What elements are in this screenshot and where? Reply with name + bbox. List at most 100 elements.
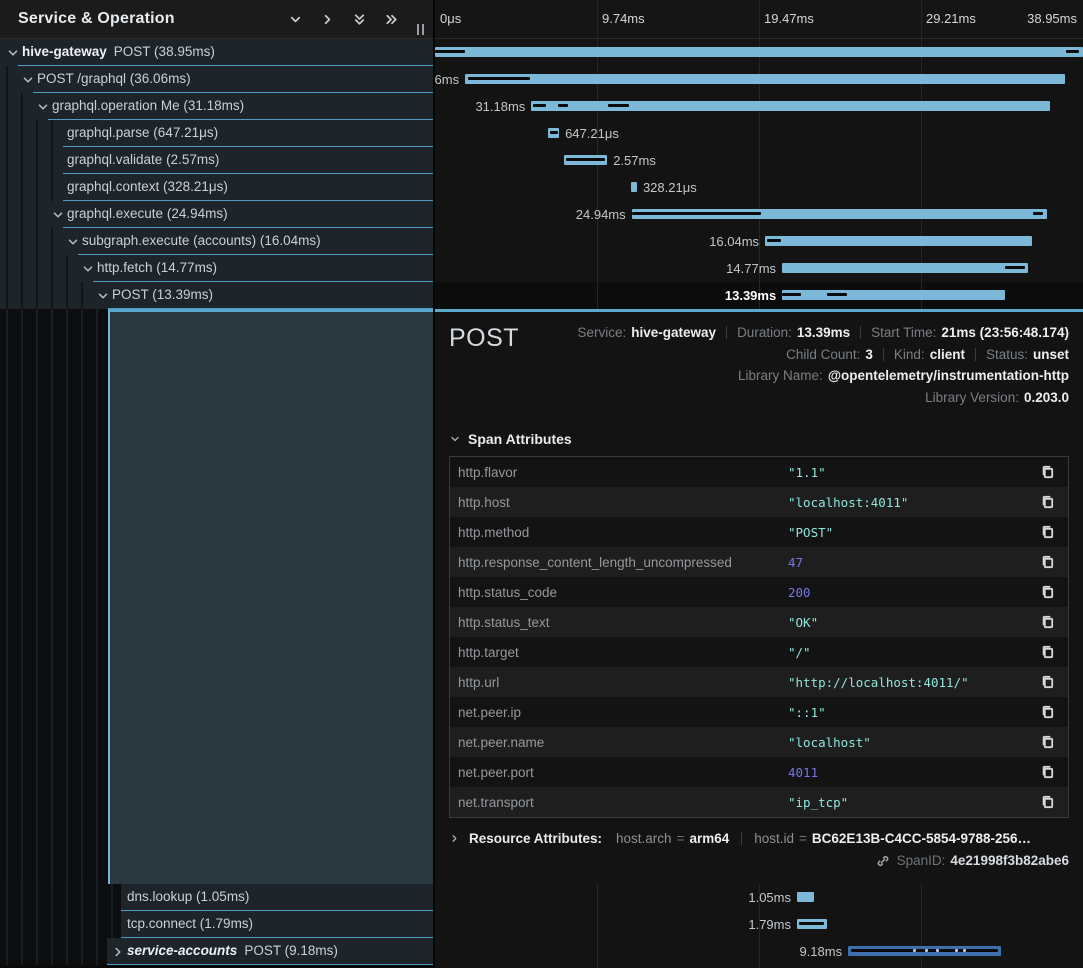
chevron-down-icon[interactable] xyxy=(6,46,20,60)
tree-row[interactable]: graphql.parse (647.21μs) xyxy=(0,120,433,147)
tree-row[interactable]: POST /graphql (36.06ms) xyxy=(0,66,433,93)
attribute-key: http.status_text xyxy=(458,615,788,630)
indent-guide xyxy=(21,309,23,884)
attribute-key: http.method xyxy=(458,525,788,540)
tree-row[interactable]: tcp.connect (1.79ms) xyxy=(0,911,433,938)
tree-row[interactable]: graphql.execute (24.94ms) xyxy=(0,201,433,228)
attribute-key: net.peer.name xyxy=(458,735,788,750)
span-name: POST (13.39ms) xyxy=(112,282,213,308)
copy-icon[interactable] xyxy=(1040,794,1056,810)
copy-icon[interactable] xyxy=(1040,524,1056,540)
column-resize-handle[interactable] xyxy=(417,24,427,36)
tree-row[interactable]: http.fetch (14.77ms) xyxy=(0,255,433,282)
span-bar[interactable] xyxy=(548,128,559,138)
tree-row[interactable]: service-accountsPOST (9.18ms) xyxy=(0,938,433,965)
indent-guide xyxy=(66,309,68,884)
span-bar[interactable] xyxy=(797,892,814,902)
indent-guide xyxy=(6,884,8,911)
span-id-value: 4e21998f3b82abe6 xyxy=(950,853,1069,868)
meta-value: 13.39ms xyxy=(797,325,850,340)
tree-row[interactable]: POST (13.39ms) xyxy=(0,282,433,309)
copy-icon[interactable] xyxy=(1040,644,1056,660)
copy-icon[interactable] xyxy=(1040,464,1056,480)
chevron-right-icon[interactable] xyxy=(320,12,335,27)
tree-row[interactable]: graphql.operation Me (31.18ms) xyxy=(0,93,433,120)
chevron-down-icon[interactable] xyxy=(66,235,80,249)
meta-label: Start Time: xyxy=(871,325,936,340)
span-attributes-toggle[interactable]: Span Attributes xyxy=(449,431,1069,447)
meta-value: hive-gateway xyxy=(631,325,716,340)
bar-row[interactable]: 14.77ms xyxy=(435,255,1083,282)
copy-icon[interactable] xyxy=(1040,494,1056,510)
detail-span-title: POST xyxy=(449,322,569,408)
double-chevron-down-icon[interactable] xyxy=(352,12,367,27)
copy-icon[interactable] xyxy=(1040,764,1056,780)
meta-separator xyxy=(975,348,976,361)
service-name: hive-gateway xyxy=(22,44,107,59)
attribute-row: net.peer.port4011 xyxy=(450,757,1068,787)
grid-line xyxy=(759,0,760,38)
attribute-value: "ip_tcp" xyxy=(788,795,1040,810)
tree-row[interactable]: subgraph.execute (accounts) (16.04ms) xyxy=(0,228,433,255)
span-bar[interactable] xyxy=(435,47,1083,57)
span-bar[interactable] xyxy=(765,236,1032,246)
attribute-value: "OK" xyxy=(788,615,1040,630)
chevron-down-icon[interactable] xyxy=(288,12,303,27)
indent-guide xyxy=(6,93,8,120)
span-bar[interactable] xyxy=(782,263,1028,273)
chevron-down-icon[interactable] xyxy=(81,262,95,276)
bar-row[interactable]: 1.05ms xyxy=(435,884,1083,911)
span-bar[interactable] xyxy=(531,101,1050,111)
attribute-row: http.response_content_length_uncompresse… xyxy=(450,547,1068,577)
link-icon[interactable] xyxy=(876,854,890,868)
copy-icon[interactable] xyxy=(1040,734,1056,750)
attribute-value: "/" xyxy=(788,645,1040,660)
chevron-right-icon[interactable] xyxy=(111,945,125,959)
copy-icon[interactable] xyxy=(1040,584,1056,600)
indent-guide xyxy=(81,884,83,911)
span-bar[interactable] xyxy=(465,74,1065,84)
span-bar[interactable] xyxy=(848,946,1001,956)
span-bar[interactable] xyxy=(564,155,607,165)
timeline-bars: 38.95ms36.06ms31.18ms647.21μs2.57ms328.2… xyxy=(435,39,1083,309)
child-span-marker xyxy=(566,158,605,161)
attribute-row: http.target"/" xyxy=(450,637,1068,667)
bar-row[interactable]: 13.39ms xyxy=(435,282,1083,309)
child-span-marker xyxy=(468,77,530,80)
indent-guide xyxy=(6,201,8,228)
indent-guide xyxy=(66,255,68,282)
timeline-tick: 38.95ms xyxy=(1027,11,1077,26)
tree-row[interactable]: graphql.context (328.21μs) xyxy=(0,174,433,201)
indent-guide xyxy=(21,147,23,174)
detail-expanded-block[interactable] xyxy=(108,309,433,884)
indent-guide xyxy=(81,309,83,884)
span-bar[interactable] xyxy=(632,209,1047,219)
copy-icon[interactable] xyxy=(1040,614,1056,630)
attribute-row: http.status_code200 xyxy=(450,577,1068,607)
double-chevron-right-icon[interactable] xyxy=(384,12,399,27)
indent-guide xyxy=(36,911,38,938)
chevron-down-icon[interactable] xyxy=(51,208,65,222)
copy-icon[interactable] xyxy=(1040,674,1056,690)
tree-row[interactable]: dns.lookup (1.05ms) xyxy=(0,884,433,911)
copy-icon[interactable] xyxy=(1040,554,1056,570)
resource-attributes-pairs: host.arch=arm64host.id=BC62E13B-C4CC-585… xyxy=(616,831,1031,846)
span-name: subgraph.execute (accounts) (16.04ms) xyxy=(82,228,321,254)
tree-row[interactable]: graphql.validate (2.57ms) xyxy=(0,147,433,174)
child-span-marker xyxy=(767,239,781,242)
span-bar[interactable] xyxy=(631,182,636,192)
bar-row[interactable]: 1.79ms xyxy=(435,911,1083,938)
child-span-dot xyxy=(963,949,966,952)
chevron-down-icon[interactable] xyxy=(36,100,50,114)
tree-row[interactable]: hive-gatewayPOST (38.95ms) xyxy=(0,39,433,66)
resource-attributes-row[interactable]: Resource Attributes: host.arch=arm64host… xyxy=(449,831,1069,846)
chevron-down-icon[interactable] xyxy=(96,289,110,303)
span-name: dns.lookup (1.05ms) xyxy=(127,884,249,910)
span-bar[interactable] xyxy=(797,919,827,929)
bar-row[interactable]: 16.04ms xyxy=(435,228,1083,255)
span-bar[interactable] xyxy=(782,290,1005,300)
copy-icon[interactable] xyxy=(1040,704,1056,720)
indent-guide xyxy=(51,174,53,201)
chevron-down-icon[interactable] xyxy=(21,73,35,87)
attribute-value: 4011 xyxy=(788,765,1040,780)
